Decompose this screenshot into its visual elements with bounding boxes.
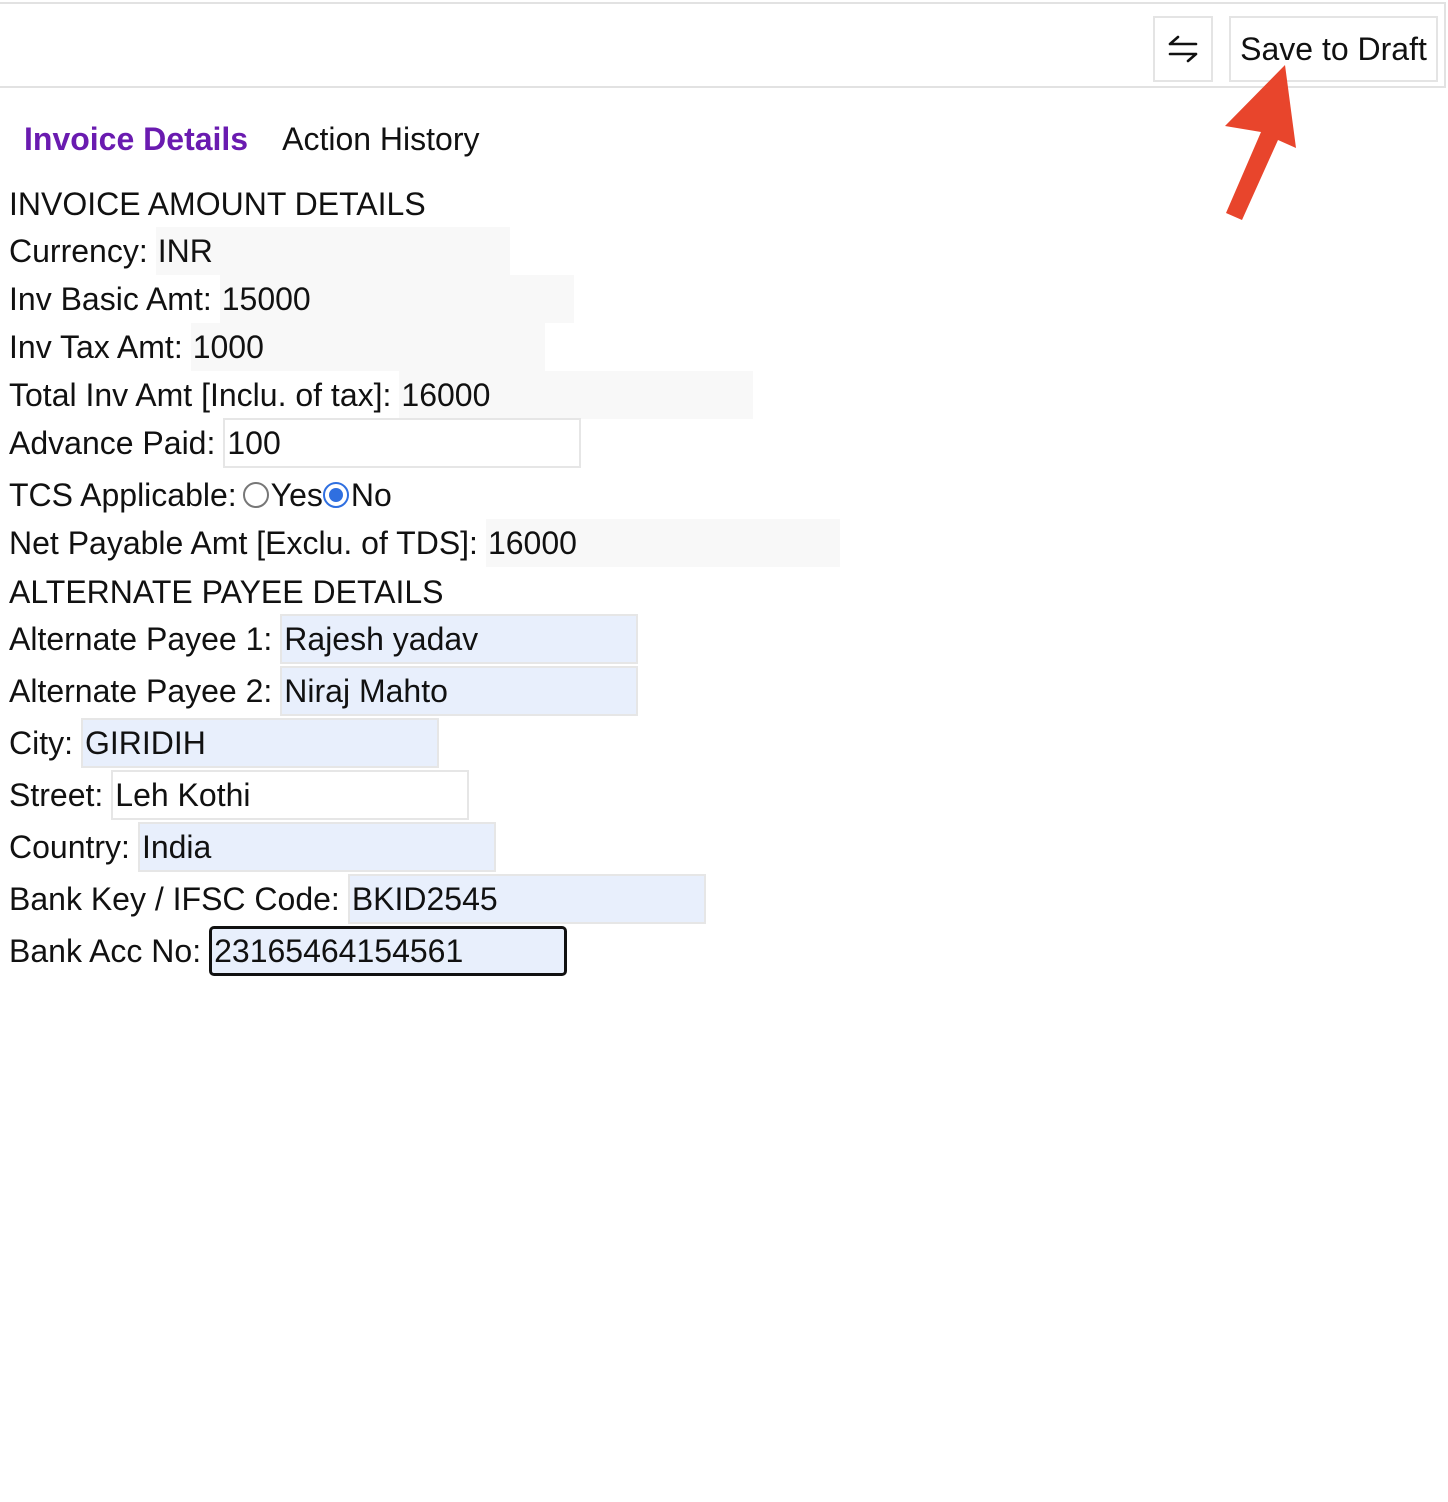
net-payable-value: 16000 [485,519,840,567]
payee1-input[interactable] [280,614,639,664]
net-payable-row: Net Payable Amt [Exclu. of TDS]: 16000 [9,519,840,567]
tcs-yes-label: Yes [270,476,323,513]
tcs-row: TCS Applicable: Yes No [9,471,392,519]
tcs-yes-option[interactable]: Yes [242,476,323,514]
tcs-no-option[interactable]: No [322,476,392,514]
tab-action-history[interactable]: Action History [282,116,479,166]
advance-paid-label: Advance Paid: [9,424,216,461]
currency-row: Currency: INR [9,227,510,275]
tax-amount-value: 1000 [190,323,545,371]
payee2-row: Alternate Payee 2: [9,666,639,716]
tcs-label: TCS Applicable: [9,476,237,513]
basic-amount-row: Inv Basic Amt: 15000 [9,275,574,323]
bank-acc-row: Bank Acc No: [9,926,568,976]
annotation-arrow [1225,65,1296,220]
currency-label: Currency: [9,232,148,269]
currency-value: INR [155,227,510,275]
advance-paid-input[interactable] [223,418,582,468]
tcs-yes-radio[interactable] [242,482,269,508]
tax-amount-label: Inv Tax Amt: [9,328,183,365]
tab-invoice-details[interactable]: Invoice Details [24,116,248,166]
city-label: City: [9,724,73,761]
tcs-no-label: No [350,476,392,513]
basic-amount-value: 15000 [219,275,574,323]
basic-amount-label: Inv Basic Amt: [9,280,212,317]
total-amount-row: Total Inv Amt [Inclu. of tax]: 16000 [9,371,754,419]
payee1-row: Alternate Payee 1: [9,614,639,664]
street-row: Street: [9,770,470,820]
bank-acc-label: Bank Acc No: [9,932,202,969]
city-row: City: [9,718,439,768]
net-payable-label: Net Payable Amt [Exclu. of TDS]: [9,524,478,561]
payee-section-title: ALTERNATE PAYEE DETAILS [9,574,444,610]
country-row: Country: [9,822,496,872]
bank-key-label: Bank Key / IFSC Code: [9,880,340,917]
bank-acc-input[interactable] [209,926,568,976]
country-label: Country: [9,828,130,865]
payee2-input[interactable] [280,666,639,716]
tab-bar: Invoice Details Action History [24,116,479,166]
street-input[interactable] [111,770,470,820]
tax-amount-row: Inv Tax Amt: 1000 [9,323,545,371]
total-amount-value: 16000 [399,371,754,419]
total-amount-label: Total Inv Amt [Inclu. of tax]: [9,376,392,413]
swap-arrows-icon [1168,35,1198,63]
bank-key-input[interactable] [347,874,706,924]
payee2-label: Alternate Payee 2: [9,672,273,709]
country-input[interactable] [137,822,496,872]
street-label: Street: [9,776,104,813]
tcs-no-radio[interactable] [322,482,349,508]
city-input[interactable] [81,718,439,768]
swap-button[interactable] [1153,16,1213,82]
bank-key-row: Bank Key / IFSC Code: [9,874,706,924]
payee1-label: Alternate Payee 1: [9,620,273,657]
invoice-section-title: INVOICE AMOUNT DETAILS [9,186,426,222]
advance-paid-row: Advance Paid: [9,418,582,468]
